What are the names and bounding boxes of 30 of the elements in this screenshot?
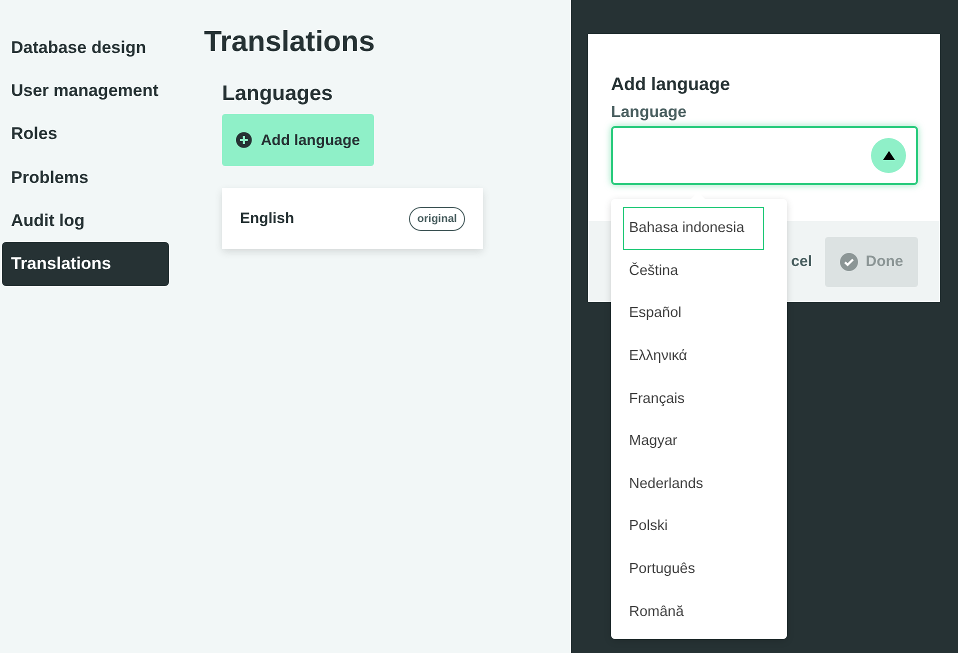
language-option[interactable]: Magyar — [623, 420, 770, 463]
check-circle-icon — [840, 252, 858, 270]
language-option[interactable]: Ελληνικά — [623, 334, 770, 378]
language-name: English — [240, 210, 294, 227]
language-option[interactable]: Polski — [623, 505, 770, 548]
cancel-button[interactable]: cel — [791, 253, 812, 270]
sidebar-item[interactable]: Translations — [2, 242, 169, 286]
sidebar-item[interactable]: User management — [2, 69, 169, 113]
triangle-icon — [882, 151, 894, 160]
language-option[interactable]: Français — [623, 377, 770, 420]
dropdown-toggle-button[interactable] — [871, 138, 906, 173]
page-title: Translations — [204, 25, 376, 60]
sidebar-item[interactable]: Problems — [2, 156, 169, 200]
language-option[interactable]: Română — [623, 590, 770, 633]
sidebar-item[interactable]: Audit log — [2, 199, 169, 242]
sidebar-item[interactable]: Roles — [2, 112, 169, 156]
plus-circle-icon — [236, 131, 252, 149]
language-option[interactable]: Bahasa indonesia — [623, 207, 764, 250]
add-language-button[interactable]: Add language — [222, 114, 374, 166]
language-option[interactable]: Português — [623, 548, 770, 590]
language-option[interactable]: Čeština — [623, 250, 770, 292]
language-option[interactable]: Nederlands — [623, 462, 770, 506]
section-title: Languages — [222, 81, 334, 107]
original-badge: original — [409, 206, 465, 230]
field-label: Language — [611, 103, 688, 123]
dialog-title: Add language — [611, 73, 732, 96]
language-card[interactable]: English original — [222, 188, 483, 249]
language-select-field[interactable] — [611, 126, 918, 185]
language-option[interactable]: Español — [623, 292, 770, 335]
sidebar-item[interactable]: Database design — [2, 26, 169, 70]
